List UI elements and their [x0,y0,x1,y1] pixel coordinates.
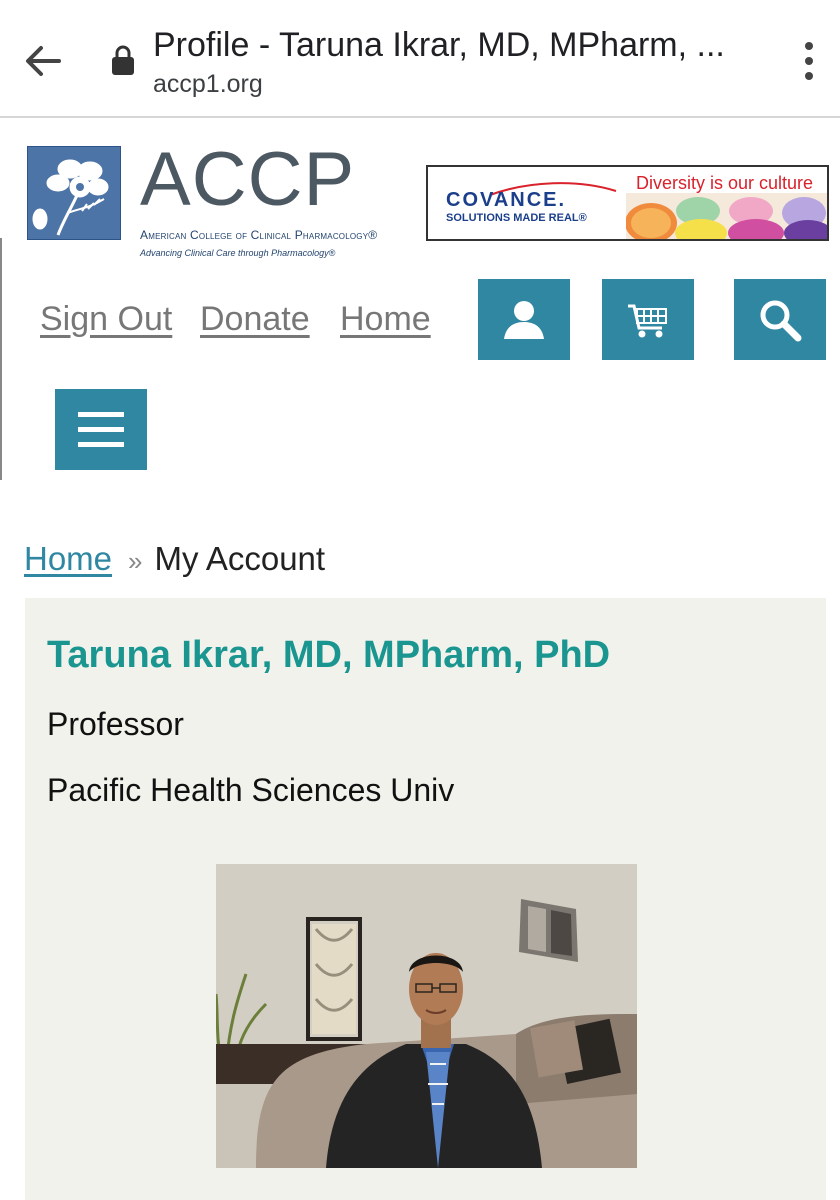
lock-icon [112,45,134,75]
divider [0,238,2,480]
user-icon [504,300,544,339]
logo-registered-mark: ® [109,150,116,160]
cart-icon [628,304,667,337]
profile-name: Taruna Ikrar, MD, MPharm, PhD [47,634,611,676]
account-button[interactable] [478,279,570,360]
browser-toolbar: Profile - Taruna Ikrar, MD, MPharm, ... … [0,0,840,118]
profile-organization: Pacific Health Sciences Univ [47,772,455,808]
ad-brand: COVANCE. [446,189,567,211]
home-link[interactable]: Home [340,300,431,339]
search-button[interactable] [734,279,826,360]
ad-banner[interactable]: COVANCE. SOLUTIONS MADE REAL® Diversity … [426,165,829,241]
ad-tagline: Diversity is our culture [636,173,814,193]
url-text[interactable]: accp1.org [153,70,263,99]
breadcrumb-separator: » [128,546,143,576]
more-vert-icon[interactable] [792,36,826,86]
breadcrumb-home-link[interactable]: Home [24,540,112,577]
breadcrumb-current: My Account [154,540,326,577]
search-icon [760,300,802,341]
donate-link[interactable]: Donate [200,300,310,339]
sign-out-link[interactable]: Sign Out [40,300,172,339]
profile-card: Taruna Ikrar, MD, MPharm, PhD Professor … [25,598,826,1200]
arrow-left-icon [26,46,61,76]
hamburger-menu-icon[interactable] [55,389,147,470]
logo-tagline: Advancing Clinical Care through Pharmaco… [140,248,336,258]
back-button[interactable] [18,36,68,86]
cart-button[interactable] [602,279,694,360]
logo-subtitle: American College of Clinical Pharmacolog… [140,228,378,242]
logo-wordmark[interactable]: ACCP [140,142,355,218]
accp-logo-icon[interactable] [27,146,121,240]
petri-dishes-icon [626,193,827,239]
page-title[interactable]: Profile - Taruna Ikrar, MD, MPharm, ... [153,26,763,65]
profile-position: Professor [47,706,184,742]
profile-photo [216,864,637,1168]
breadcrumb: Home » My Account [24,540,325,578]
ad-brand-sub: SOLUTIONS MADE REAL® [446,212,587,224]
